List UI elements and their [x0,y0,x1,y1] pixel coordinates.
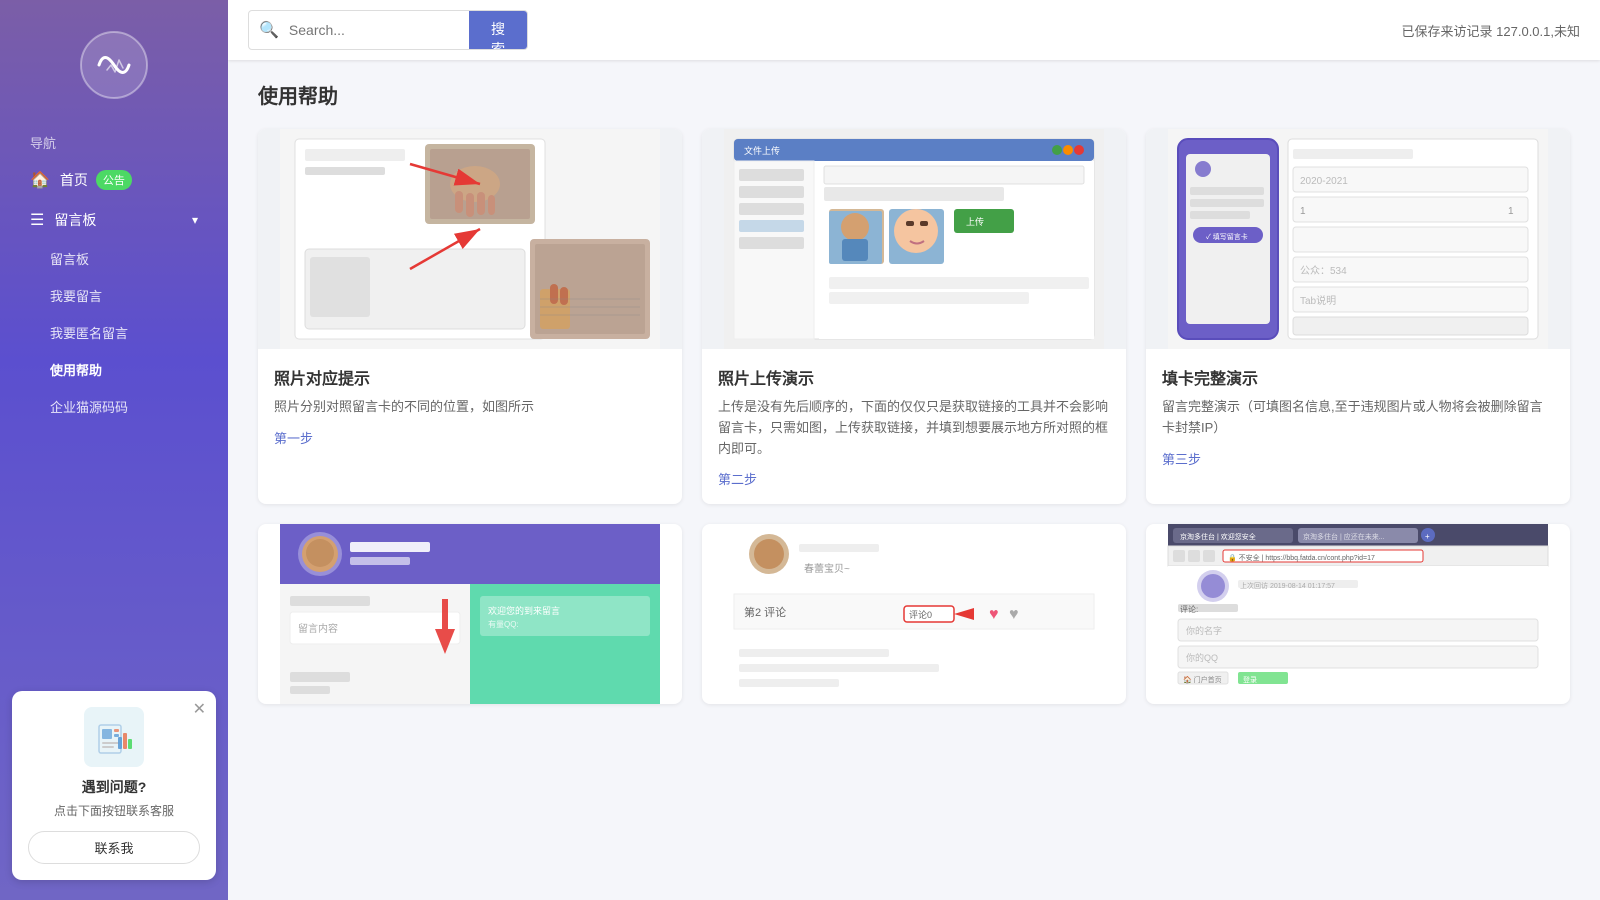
svg-text:春蕾宝贝~: 春蕾宝贝~ [804,562,850,575]
svg-text:京淘多住台 | 应还在未来...: 京淘多住台 | 应还在未来... [1303,532,1385,541]
sub-board-label: 留言板 [50,252,89,267]
card1-body: 照片对应提示 照片分别对照留言卡的不同的位置，如图所示 第一步 [258,349,682,463]
svg-text:上传: 上传 [966,216,984,227]
home-label: 首页 [60,170,88,190]
sidebar-subitem-enterprise[interactable]: 企业猫源码码 [0,388,228,425]
sidebar-item-messageboard[interactable]: ☰ 留言板 ▾ [0,200,228,240]
page-title: 使用帮助 [258,80,1570,109]
search-box: 🔍 搜索 [248,10,528,50]
card2-step[interactable]: 第二步 [718,469,1110,488]
svg-text:评论:: 评论: [1180,604,1198,614]
messageboard-label: 留言板 [54,210,96,230]
svg-text:你的名字: 你的名字 [1186,625,1222,636]
search-button[interactable]: 搜索 [469,11,527,49]
card2-body: 照片上传演示 上传是没有先后顺序的，下面的仅仅只是获取链接的工具并不会影响留言卡… [702,349,1126,504]
card3-body: 填卡完整演示 留言完整演示（可填图名信息,至于违规图片或人物将会被删除留言卡封禁… [1146,349,1570,484]
card1-desc: 照片分别对照留言卡的不同的位置，如图所示 [274,397,666,418]
card3-step[interactable]: 第三步 [1162,449,1554,468]
sub-mymessage-label: 我要留言 [50,289,102,304]
svg-text:文件上传: 文件上传 [744,145,780,156]
sidebar-subitem-board[interactable]: 留言板 [0,240,228,277]
message-icon: ☰ [30,210,44,230]
submenu: 留言板 我要留言 我要匿名留言 使用帮助 企业猫源码码 [0,240,228,425]
widget-subtitle: 点击下面按钮联系客服 [28,802,200,819]
search-input[interactable] [289,14,469,46]
svg-text:有量QQ:: 有量QQ: [488,619,519,629]
card3-title: 填卡完整演示 [1162,365,1554,389]
svg-text:欢迎您的到来留言: 欢迎您的到来留言 [488,605,560,616]
bottom-card-3: 京淘多住台 | 欢迎您安全 京淘多住台 | 应还在未来... + 🔒 不安全 |… [1146,524,1570,704]
card-photo-upload: 文件上传 [702,129,1126,504]
expand-arrow-icon: ▾ [192,213,198,227]
card1-title: 照片对应提示 [274,365,666,389]
card3-desc: 留言完整演示（可填图名信息,至于违规图片或人物将会被删除留言卡封禁IP） [1162,397,1554,439]
sidebar-subitem-mymessage[interactable]: 我要留言 [0,277,228,314]
widget-title: 遇到问题? [28,777,200,797]
sidebar-subitem-anonymous[interactable]: 我要匿名留言 [0,314,228,351]
svg-text:🔒 不安全 | https://bbq.fatda.cn/: 🔒 不安全 | https://bbq.fatda.cn/cont.php?id… [1228,553,1375,562]
svg-text:1: 1 [1508,206,1514,217]
svg-text:评论0: 评论0 [909,609,932,620]
svg-text:♥: ♥ [1009,606,1019,623]
card-form-demo: ✓ 填写留言卡 2020-2021 1 1 公众：534 Tab说明 [1146,129,1570,504]
sub-enterprise-label: 企业猫源码码 [50,400,128,415]
header: 🔍 搜索 已保存来访记录 127.0.0.1,未知 [228,0,1600,60]
sidebar-subitem-help[interactable]: 使用帮助 [0,351,228,388]
sub-anonymous-label: 我要匿名留言 [50,326,128,341]
svg-text:京淘多住台 | 欢迎您安全: 京淘多住台 | 欢迎您安全 [1180,532,1256,541]
bottom-card-2: 春蕾宝贝~ 第2 评论 评论0 ♥ ♥ [702,524,1126,704]
svg-text:第2 评论: 第2 评论 [744,605,786,619]
svg-text:你的QQ: 你的QQ [1186,652,1218,663]
svg-text:✓ 填写留言卡: ✓ 填写留言卡 [1206,232,1248,241]
sub-help-label: 使用帮助 [50,363,102,378]
main-content: 🔍 搜索 已保存来访记录 127.0.0.1,未知 使用帮助 [228,0,1600,900]
page-content: 使用帮助 [228,60,1600,900]
contact-button[interactable]: 联系我 [28,831,200,864]
card2-title: 照片上传演示 [718,365,1110,389]
card2-image: 文件上传 [702,129,1126,349]
home-icon: 🏠 [30,170,50,190]
card2-desc: 上传是没有先后顺序的，下面的仅仅只是获取链接的工具并不会影响留言卡，只需如图，上… [718,397,1110,459]
announcement-badge: 公告 [96,170,132,190]
status-text: 已保存来访记录 127.0.0.1,未知 [1402,21,1580,40]
logo [79,30,149,105]
svg-text:🏠 门户首页: 🏠 门户首页 [1183,675,1222,684]
bottom-card-grid: 留言内容 欢迎您的到来留言 有量QQ: [258,524,1570,704]
svg-text:+: + [1425,532,1430,541]
card1-step[interactable]: 第一步 [274,428,666,447]
card-grid: 照片对应提示 照片分别对照留言卡的不同的位置，如图所示 第一步 文件上传 [258,129,1570,504]
close-widget-button[interactable]: ✕ [193,699,206,719]
help-widget: ✕ 遇到问题? 点击下面按钮联系客服 联系我 [12,691,216,880]
svg-text:2020-2021: 2020-2021 [1300,176,1348,187]
bottom-card-1: 留言内容 欢迎您的到来留言 有量QQ: [258,524,682,704]
svg-text:登录: 登录 [1243,675,1257,684]
card1-image [258,129,682,349]
svg-text:留言内容: 留言内容 [298,622,338,635]
svg-text:Tab说明: Tab说明 [1300,294,1336,307]
sidebar-item-home[interactable]: 🏠 首页 公告 [0,160,228,200]
svg-text:公众：534: 公众：534 [1300,265,1347,277]
search-icon: 🔍 [249,20,289,40]
card3-image: ✓ 填写留言卡 2020-2021 1 1 公众：534 Tab说明 [1146,129,1570,349]
nav-label: 导航 [0,125,228,160]
card-photo-position: 照片对应提示 照片分别对照留言卡的不同的位置，如图所示 第一步 [258,129,682,504]
sidebar: 导航 🏠 首页 公告 ☰ 留言板 ▾ 留言板 我要留言 我要匿名留言 使用帮助 … [0,0,228,900]
svg-text:♥: ♥ [989,606,999,623]
svg-text:上次回访 2019-08-14 01:17:57: 上次回访 2019-08-14 01:17:57 [1240,581,1335,590]
widget-icon [84,707,144,767]
svg-text:1: 1 [1300,206,1306,217]
